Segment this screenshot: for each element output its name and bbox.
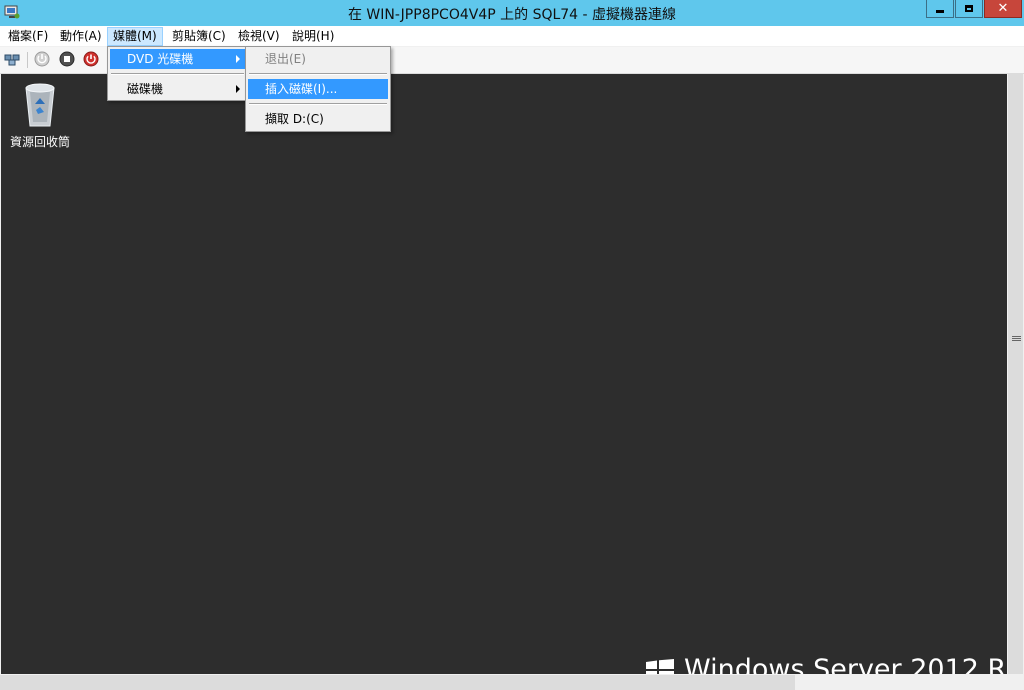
- toolbar-separator: [27, 52, 28, 68]
- horizontal-scroll-thumb[interactable]: [0, 675, 795, 690]
- turn-off-icon[interactable]: [59, 51, 75, 67]
- menu-separator: [111, 73, 244, 75]
- close-icon: ✕: [997, 1, 1009, 16]
- dvd-drive-label: DVD 光碟機: [127, 52, 194, 66]
- horizontal-scrollbar[interactable]: [0, 674, 1024, 690]
- vm-desktop[interactable]: 資源回收筒 Windows Server 2012 R2: [1, 74, 1007, 674]
- ctrl-alt-del-icon[interactable]: [4, 51, 20, 67]
- menu-file[interactable]: 檔案(F): [4, 28, 52, 45]
- window-title: 在 WIN-JPP8PCO4V4P 上的 SQL74 - 虛擬機器連線: [347, 7, 677, 23]
- vertical-scroll-thumb[interactable]: [1008, 74, 1023, 674]
- menu-view[interactable]: 檢視(V): [234, 28, 284, 45]
- shutdown-icon[interactable]: [83, 51, 99, 67]
- menu-media[interactable]: 媒體(M): [107, 27, 163, 46]
- minimize-button[interactable]: [926, 0, 954, 18]
- windows-server-branding: Windows Server 2012 R2: [646, 654, 1007, 674]
- recycle-bin-label: 資源回收筒: [9, 135, 70, 149]
- menu-item-eject[interactable]: 退出(E): [248, 49, 388, 69]
- disk-drive-label: 磁碟機: [127, 82, 164, 96]
- menu-separator: [249, 103, 387, 105]
- dvd-submenu: 退出(E) 插入磁碟(I)... 擷取 D:(C): [245, 46, 391, 132]
- menu-clipboard[interactable]: 剪貼簿(C): [168, 28, 230, 45]
- title-bar: 在 WIN-JPP8PCO4V4P 上的 SQL74 - 虛擬機器連線 ✕: [0, 0, 1024, 26]
- start-icon[interactable]: [34, 51, 50, 67]
- maximize-icon: [965, 5, 973, 12]
- recycle-bin-icon: [25, 83, 55, 127]
- menu-separator: [249, 73, 387, 75]
- menu-item-disk-drive[interactable]: 磁碟機: [110, 79, 245, 99]
- submenu-arrow-icon: [236, 85, 240, 93]
- submenu-arrow-icon: [236, 55, 240, 63]
- windows-logo-icon: [646, 658, 674, 674]
- recycle-bin[interactable]: 資源回收筒: [7, 80, 73, 150]
- close-button[interactable]: ✕: [984, 0, 1022, 18]
- menu-item-insert-disk[interactable]: 插入磁碟(I)...: [248, 79, 388, 99]
- menu-action[interactable]: 動作(A): [56, 28, 106, 45]
- maximize-button[interactable]: [955, 0, 983, 18]
- menu-bar: 檔案(F) 動作(A) 媒體(M) 剪貼簿(C) 檢視(V) 說明(H): [0, 26, 1024, 46]
- scroll-grip-icon: [1012, 336, 1021, 337]
- menu-item-capture-drive[interactable]: 擷取 D:(C): [248, 109, 388, 129]
- menu-item-dvd-drive[interactable]: DVD 光碟機: [110, 49, 245, 69]
- minimize-icon: [936, 10, 944, 13]
- brand-text: Windows Server 2012 R2: [684, 654, 1007, 674]
- menu-help[interactable]: 說明(H): [288, 28, 338, 45]
- media-dropdown-menu: DVD 光碟機 磁碟機: [107, 46, 248, 101]
- vertical-scrollbar[interactable]: [1007, 74, 1024, 674]
